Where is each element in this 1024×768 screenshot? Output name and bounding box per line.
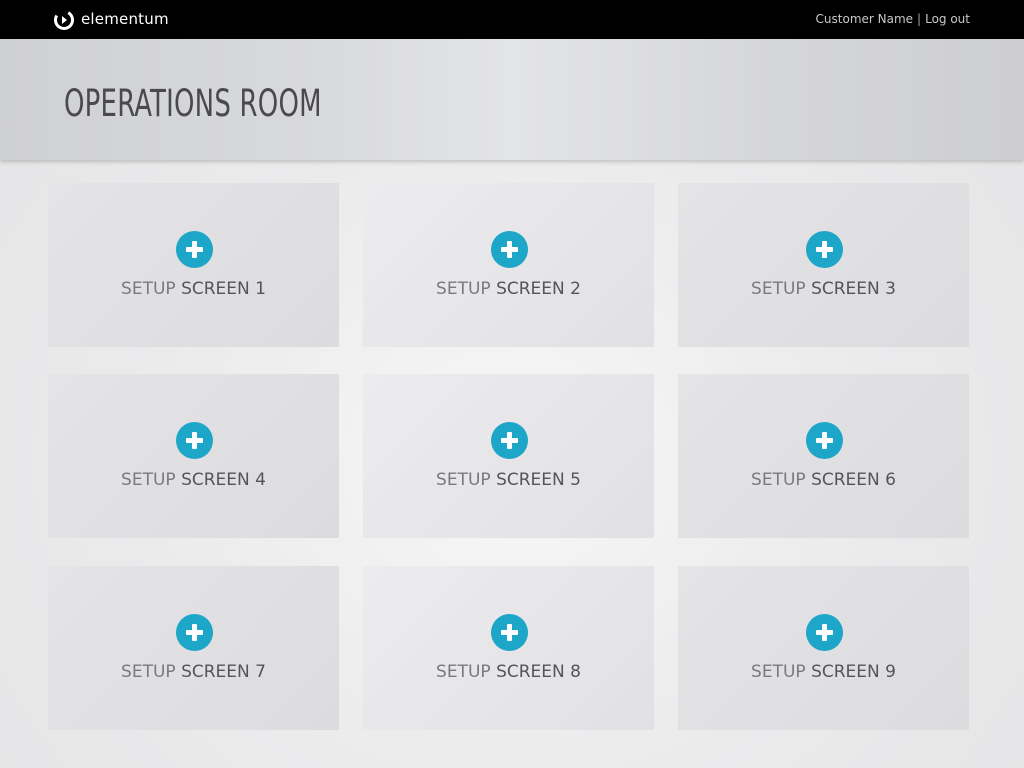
plus-circle-icon[interactable] bbox=[805, 422, 843, 459]
logout-link[interactable]: Log out bbox=[925, 12, 970, 26]
setup-screen-tile-1[interactable]: SETUP SCREEN 1 bbox=[48, 183, 339, 347]
plus-circle-icon[interactable] bbox=[490, 231, 528, 268]
tile-label: SETUP SCREEN 9 bbox=[751, 662, 896, 682]
setup-screen-tile-8[interactable]: SETUP SCREEN 8 bbox=[363, 566, 654, 730]
tile-label: SETUP SCREEN 8 bbox=[436, 662, 581, 682]
tile-label: SETUP SCREEN 1 bbox=[121, 279, 266, 299]
plus-circle-icon[interactable] bbox=[175, 422, 213, 459]
brand-logo[interactable]: elementum bbox=[53, 8, 169, 31]
customer-name-link[interactable]: Customer Name bbox=[816, 12, 914, 26]
plus-circle-icon[interactable] bbox=[175, 614, 213, 651]
tile-label: SETUP SCREEN 7 bbox=[121, 662, 266, 682]
page-header: OPERATIONS ROOM bbox=[0, 39, 1024, 160]
top-bar: elementum Customer Name | Log out bbox=[0, 0, 1024, 39]
plus-circle-icon[interactable] bbox=[805, 614, 843, 651]
user-nav: Customer Name | Log out bbox=[816, 11, 970, 28]
brand-name: elementum bbox=[81, 10, 169, 28]
tile-label: SETUP SCREEN 5 bbox=[436, 470, 581, 490]
setup-screen-tile-2[interactable]: SETUP SCREEN 2 bbox=[363, 183, 654, 347]
user-nav-separator: | bbox=[917, 12, 922, 26]
plus-circle-icon[interactable] bbox=[490, 422, 528, 459]
page-title: OPERATIONS ROOM bbox=[64, 82, 322, 125]
tile-label: SETUP SCREEN 3 bbox=[751, 279, 896, 299]
setup-screens-grid: SETUP SCREEN 1 SETUP SCREEN 2 SETUP SCRE… bbox=[48, 183, 969, 730]
setup-screen-tile-4[interactable]: SETUP SCREEN 4 bbox=[48, 374, 339, 538]
tile-label: SETUP SCREEN 2 bbox=[436, 279, 581, 299]
tile-label: SETUP SCREEN 4 bbox=[121, 470, 266, 490]
plus-circle-icon[interactable] bbox=[805, 231, 843, 268]
setup-screen-tile-9[interactable]: SETUP SCREEN 9 bbox=[678, 566, 969, 730]
setup-screen-tile-6[interactable]: SETUP SCREEN 6 bbox=[678, 374, 969, 538]
setup-screen-tile-5[interactable]: SETUP SCREEN 5 bbox=[363, 374, 654, 538]
plus-circle-icon[interactable] bbox=[490, 614, 528, 651]
tile-label: SETUP SCREEN 6 bbox=[751, 470, 896, 490]
setup-screen-tile-3[interactable]: SETUP SCREEN 3 bbox=[678, 183, 969, 347]
plus-circle-icon[interactable] bbox=[175, 231, 213, 268]
elementum-logo-icon bbox=[54, 9, 74, 30]
setup-screen-tile-7[interactable]: SETUP SCREEN 7 bbox=[48, 566, 339, 730]
